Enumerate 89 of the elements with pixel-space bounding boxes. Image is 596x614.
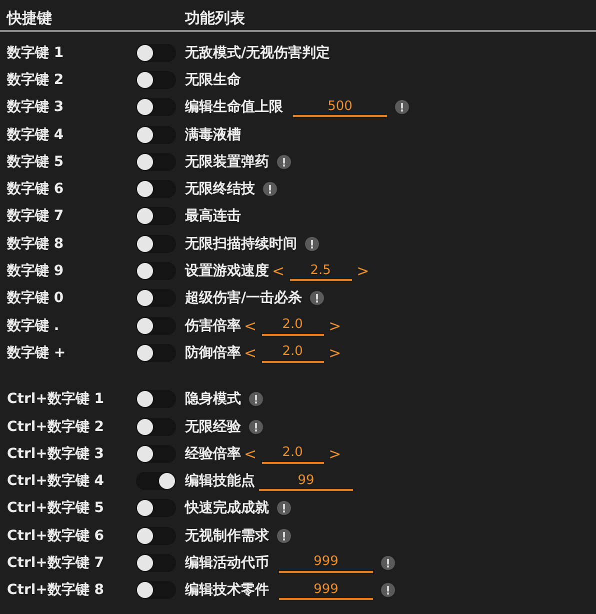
toggle-switch[interactable] bbox=[136, 316, 176, 335]
toggle-switch[interactable] bbox=[136, 499, 176, 518]
toggle-switch[interactable] bbox=[136, 289, 176, 308]
value-field[interactable]: 2.0 bbox=[262, 342, 324, 363]
hotkey-label: Ctrl+数字键 5 bbox=[7, 499, 106, 518]
increase-button[interactable]: > bbox=[326, 316, 344, 335]
value-field[interactable]: 500 bbox=[293, 97, 387, 118]
hotkey-label: Ctrl+数字键 7 bbox=[7, 554, 106, 572]
hotkey-label: Ctrl+数字键 3 bbox=[7, 444, 106, 463]
hotkey-label: 数字键 9 bbox=[7, 262, 65, 280]
cheat-label: 无限经验 bbox=[185, 418, 241, 436]
toggle-switch[interactable] bbox=[136, 207, 176, 226]
info-icon[interactable] bbox=[249, 392, 263, 406]
value-field[interactable]: 2.0 bbox=[262, 316, 324, 336]
cheat-label: 无限终结技 bbox=[185, 180, 255, 198]
cheat-label: 最高连击 bbox=[185, 207, 241, 226]
toggle-switch[interactable] bbox=[136, 526, 176, 545]
cheat-label: 无限生命 bbox=[185, 70, 241, 89]
decrease-button[interactable]: < bbox=[269, 262, 288, 280]
toggle-switch[interactable] bbox=[136, 234, 176, 253]
info-icon[interactable] bbox=[395, 100, 409, 114]
info-icon[interactable] bbox=[277, 154, 291, 169]
value-field[interactable]: 2.5 bbox=[290, 261, 352, 282]
toggle-switch[interactable] bbox=[136, 390, 176, 408]
toggle-switch[interactable] bbox=[136, 581, 176, 600]
value-field[interactable]: 2.0 bbox=[262, 444, 324, 464]
cheat-label: 快速完成成就 bbox=[185, 499, 269, 518]
hotkey-label: 数字键 2 bbox=[7, 70, 65, 89]
cheat-label: 隐身模式 bbox=[185, 390, 241, 408]
hotkey-label: 数字键 5 bbox=[7, 152, 65, 171]
hotkey-label: Ctrl+数字键 4 bbox=[7, 472, 106, 490]
toggle-switch[interactable] bbox=[136, 126, 176, 144]
decrease-button[interactable]: < bbox=[241, 344, 260, 362]
column-header: 功能列表 bbox=[185, 8, 245, 28]
cheat-label: 无限扫描持续时间 bbox=[185, 234, 297, 253]
info-icon[interactable] bbox=[249, 420, 263, 434]
toggle-switch[interactable] bbox=[136, 180, 176, 198]
value-field[interactable]: 999 bbox=[279, 580, 373, 600]
hotkey-label: 数字键 4 bbox=[7, 126, 65, 144]
hotkey-label: 数字键 . bbox=[7, 316, 60, 335]
toggle-switch[interactable] bbox=[136, 98, 176, 116]
hotkey-label: 数字键 3 bbox=[7, 98, 65, 116]
toggle-switch[interactable] bbox=[136, 70, 176, 89]
info-icon[interactable] bbox=[310, 291, 324, 306]
value-field[interactable]: 99 bbox=[259, 471, 353, 492]
hotkey-label: Ctrl+数字键 6 bbox=[7, 526, 106, 545]
hotkey-label: 数字键 0 bbox=[7, 289, 65, 308]
increase-button[interactable]: > bbox=[326, 444, 344, 463]
cheat-label: 伤害倍率 bbox=[185, 316, 241, 335]
toggle-switch[interactable] bbox=[136, 262, 176, 280]
info-icon[interactable] bbox=[277, 528, 291, 543]
hotkey-label: Ctrl+数字键 1 bbox=[7, 390, 106, 408]
column-header: 快捷键 bbox=[7, 8, 53, 28]
cheat-label: 编辑生命值上限 bbox=[185, 98, 283, 116]
toggle-switch[interactable] bbox=[136, 554, 176, 572]
info-icon[interactable] bbox=[263, 182, 277, 196]
info-icon[interactable] bbox=[305, 236, 319, 251]
cheat-label: 经验倍率 bbox=[185, 444, 241, 463]
info-icon[interactable] bbox=[381, 583, 395, 598]
cheat-label: 超级伤害/一击必杀 bbox=[185, 289, 302, 308]
cheat-label: 无限装置弹药 bbox=[185, 152, 269, 171]
toggle-switch[interactable] bbox=[136, 44, 176, 62]
hotkey-label: Ctrl+数字键 2 bbox=[7, 418, 106, 436]
cheat-label: 无视制作需求 bbox=[185, 526, 269, 545]
hotkey-label: Ctrl+数字键 8 bbox=[7, 581, 106, 600]
value-field[interactable]: 999 bbox=[279, 552, 373, 573]
toggle-switch[interactable] bbox=[136, 444, 176, 463]
cheat-label: 满毒液槽 bbox=[185, 126, 241, 144]
hotkey-label: 数字键 1 bbox=[7, 44, 65, 62]
cheat-label: 无敌模式/无视伤害判定 bbox=[185, 44, 330, 62]
toggle-switch[interactable] bbox=[136, 152, 176, 171]
increase-button[interactable]: > bbox=[326, 344, 344, 362]
increase-button[interactable]: > bbox=[354, 262, 372, 280]
toggle-switch[interactable] bbox=[136, 418, 176, 436]
hotkey-label: 数字键 6 bbox=[7, 180, 65, 198]
cheat-label: 设置游戏速度 bbox=[185, 262, 269, 280]
hotkey-label: 数字键 8 bbox=[7, 234, 65, 253]
decrease-button[interactable]: < bbox=[241, 444, 260, 463]
toggle-switch[interactable] bbox=[136, 472, 176, 490]
info-icon[interactable] bbox=[381, 556, 395, 570]
cheat-label: 编辑技能点 bbox=[185, 472, 255, 490]
cheat-label: 编辑技术零件 bbox=[185, 581, 269, 600]
cheat-label: 防御倍率 bbox=[185, 344, 241, 362]
hotkey-label: 数字键 7 bbox=[7, 207, 65, 226]
hotkey-label: 数字键 + bbox=[7, 344, 67, 362]
info-icon[interactable] bbox=[277, 501, 291, 516]
decrease-button[interactable]: < bbox=[241, 316, 260, 335]
toggle-switch[interactable] bbox=[136, 344, 176, 362]
cheat-label: 编辑活动代币 bbox=[185, 554, 269, 572]
